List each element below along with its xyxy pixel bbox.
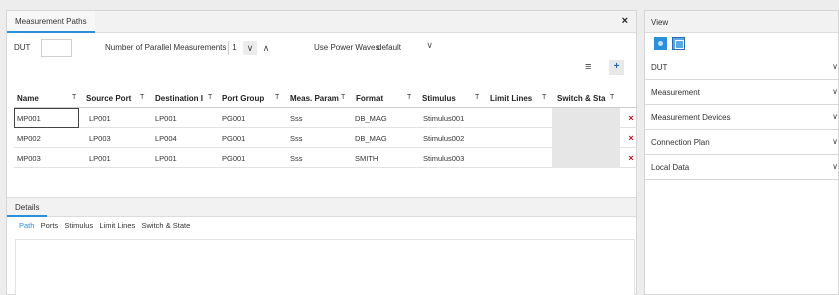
measurement-paths-panel: Measurement Paths × DUT Number of Parall… <box>6 10 637 295</box>
cell-format: SMITH <box>355 154 379 163</box>
cell-source-port: LP001 <box>89 154 111 163</box>
cell-meas-param: Sss <box>290 134 303 143</box>
filter-icon[interactable]: T <box>140 94 144 101</box>
column-header-limit-lines[interactable]: Limit Lines <box>490 94 532 103</box>
section-local-data[interactable]: Local Data ∨ <box>645 155 838 180</box>
chevron-down-icon: ∨ <box>832 162 838 171</box>
section-label: DUT <box>651 63 668 72</box>
column-header-name[interactable]: Name <box>17 94 39 103</box>
cell-port-group: PG001 <box>222 154 246 163</box>
chevron-down-icon[interactable]: ∨ <box>243 41 257 55</box>
tab-measurement-paths[interactable]: Measurement Paths <box>7 11 95 33</box>
close-icon[interactable]: × <box>622 15 628 27</box>
filter-icon[interactable]: T <box>407 94 411 101</box>
column-header-port-group[interactable]: Port Group <box>222 94 264 103</box>
switch-state-cell[interactable] <box>552 128 620 148</box>
view-panel-title: View <box>645 11 838 33</box>
dut-label: DUT <box>14 43 31 52</box>
column-header-destination[interactable]: Destination I <box>155 94 203 103</box>
cell-port-group: PG001 <box>222 114 246 123</box>
chevron-up-icon[interactable]: ∧ <box>259 41 273 55</box>
tree-view-icon[interactable] <box>654 37 667 50</box>
section-measurement[interactable]: Measurement ∨ <box>645 80 838 105</box>
section-connection-plan[interactable]: Connection Plan ∨ <box>645 130 838 155</box>
tab-details[interactable]: Details <box>7 198 48 217</box>
section-label: Measurement Devices <box>651 113 731 122</box>
cell-meas-param: Sss <box>290 154 303 163</box>
cell-source-port: LP001 <box>89 114 111 123</box>
cell-name: MP002 <box>17 134 41 143</box>
panel-tabbar: Measurement Paths × <box>7 11 636 33</box>
cell-meas-param: Sss <box>290 114 303 123</box>
paths-table: Name T Source Port T Destination I T Por… <box>14 90 637 168</box>
table-header: Name T Source Port T Destination I T Por… <box>14 90 637 108</box>
power-waves-label: Use Power Waves <box>314 43 380 52</box>
filter-icon[interactable]: T <box>341 94 345 101</box>
switch-state-cell[interactable] <box>552 108 620 128</box>
filter-icon[interactable]: T <box>208 94 212 101</box>
section-label: Measurement <box>651 88 700 97</box>
path-settings-row: DUT Number of Parallel Measurements 1 ∨ … <box>7 39 636 57</box>
cell-destination: LP001 <box>155 114 177 123</box>
section-dut[interactable]: DUT ∨ <box>645 55 838 80</box>
details-tabbar: Details <box>7 197 636 217</box>
parallel-measurements-value[interactable]: 1 <box>228 41 240 55</box>
cell-name: MP003 <box>17 154 41 163</box>
cell-source-port: LP003 <box>89 134 111 143</box>
filter-icon[interactable]: T <box>542 94 546 101</box>
subtab-switch-state[interactable]: Switch & State <box>142 221 191 230</box>
cell-name: MP001 <box>17 114 41 123</box>
switch-state-cell[interactable] <box>552 148 620 168</box>
cell-port-group: PG001 <box>222 134 246 143</box>
cell-stimulus: Stimulus003 <box>423 154 465 163</box>
filter-icon[interactable]: T <box>610 94 614 101</box>
details-content <box>15 239 635 295</box>
column-header-switch-state[interactable]: Switch & Sta <box>557 94 605 103</box>
column-header-format[interactable]: Format <box>356 94 383 103</box>
details-subtabs: Path Ports Stimulus Limit Lines Switch &… <box>19 221 194 235</box>
filter-icon[interactable]: T <box>475 94 479 101</box>
column-header-meas-param[interactable]: Meas. Param <box>290 94 339 103</box>
section-label: Connection Plan <box>651 138 710 147</box>
chevron-down-icon: ∨ <box>832 62 838 71</box>
power-waves-value: default <box>377 43 402 52</box>
power-waves-select[interactable]: default ∨ <box>377 40 433 56</box>
cell-format: DB_MAG <box>355 114 387 123</box>
delete-icon[interactable]: × <box>626 113 636 123</box>
subtab-ports[interactable]: Ports <box>41 221 59 230</box>
cell-format: DB_MAG <box>355 134 387 143</box>
table-row[interactable]: MP002 LP003 LP004 PG001 Sss DB_MAG Stimu… <box>14 128 637 148</box>
filter-icon[interactable]: T <box>72 94 76 101</box>
cell-stimulus: Stimulus001 <box>423 114 465 123</box>
chevron-down-icon: ∨ <box>832 112 838 121</box>
section-measurement-devices[interactable]: Measurement Devices ∨ <box>645 105 838 130</box>
table-row[interactable]: MP001 LP001 LP001 PG001 Sss DB_MAG Stimu… <box>14 108 637 128</box>
chevron-down-icon: ∨ <box>832 87 838 96</box>
delete-icon[interactable]: × <box>626 133 636 143</box>
parallel-measurements-label: Number of Parallel Measurements <box>105 43 227 52</box>
filter-icon[interactable]: T <box>275 94 279 101</box>
subtab-limit-lines[interactable]: Limit Lines <box>99 221 135 230</box>
section-label: Local Data <box>651 163 690 172</box>
cell-destination: LP004 <box>155 134 177 143</box>
column-header-source-port[interactable]: Source Port <box>86 94 131 103</box>
view-panel: View DUT ∨ Measurement ∨ Measurement Dev… <box>644 10 839 295</box>
dut-input[interactable] <box>41 39 72 57</box>
table-row[interactable]: MP003 LP001 LP001 PG001 Sss SMITH Stimul… <box>14 148 637 168</box>
view-toggle-group <box>645 33 838 55</box>
list-view-icon[interactable] <box>672 37 685 50</box>
column-header-stimulus[interactable]: Stimulus <box>422 94 456 103</box>
subtab-stimulus[interactable]: Stimulus <box>64 221 93 230</box>
delete-icon[interactable]: × <box>626 153 636 163</box>
cell-destination: LP001 <box>155 154 177 163</box>
menu-icon[interactable]: ≡ <box>585 61 591 73</box>
add-path-button[interactable]: + <box>609 60 624 75</box>
chevron-down-icon: ∨ <box>832 137 838 146</box>
subtab-path[interactable]: Path <box>19 221 34 230</box>
cell-stimulus: Stimulus002 <box>423 134 465 143</box>
chevron-down-icon: ∨ <box>426 40 433 50</box>
